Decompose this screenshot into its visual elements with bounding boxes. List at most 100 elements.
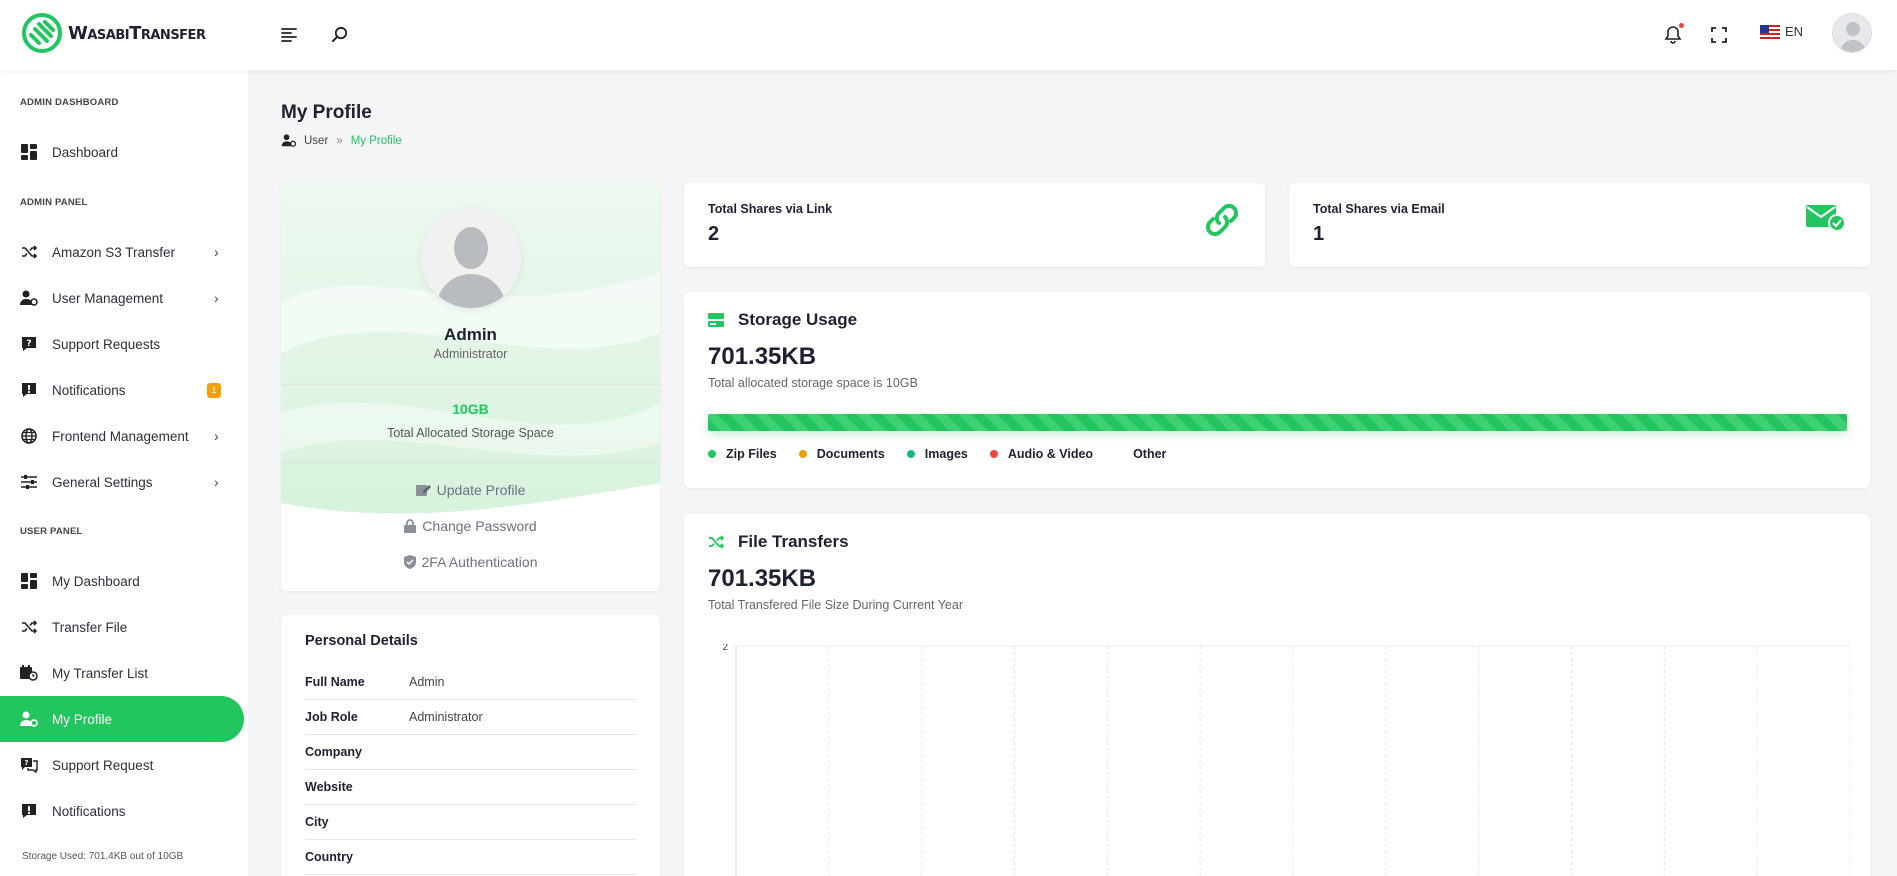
storage-usage-title: Storage Usage — [738, 310, 858, 329]
svg-text:?: ? — [24, 759, 28, 767]
sidebar-item-transfer-file[interactable]: Transfer File — [0, 604, 244, 650]
sidebar-item-label: My Transfer List — [52, 665, 149, 681]
menu-toggle-icon[interactable] — [276, 22, 302, 48]
sidebar-item-user-management[interactable]: User Management › — [0, 275, 244, 321]
stat-title: Total Shares via Email — [1313, 202, 1445, 216]
lock-icon — [404, 519, 417, 533]
sidebar-item-notifications-admin[interactable]: Notifications 1 — [0, 367, 244, 413]
us-flag-icon — [1760, 24, 1780, 39]
dashboard-icon — [20, 572, 38, 590]
detail-label: Company — [305, 745, 362, 759]
profile-name: Admin — [444, 325, 497, 344]
chevron-right-icon: › — [214, 244, 219, 260]
sidebar-item-my-transfer-list[interactable]: My Transfer List — [0, 650, 244, 696]
brand-logo[interactable]: WasabiTransfer — [22, 13, 206, 53]
update-profile-label: Update Profile — [436, 482, 526, 498]
alert-bubble-icon — [20, 802, 38, 820]
detail-row-country: Country — [305, 840, 636, 875]
sidebar-item-my-profile[interactable]: My Profile — [0, 696, 244, 742]
language-selector[interactable]: EN — [1760, 24, 1803, 39]
legend-item-zip-files: Zip Files — [708, 447, 777, 461]
twofa-authentication-link[interactable]: 2FA Authentication — [281, 554, 660, 570]
shuffle-icon — [20, 243, 38, 261]
stat-value: 2 — [708, 223, 720, 245]
legend-item-other: Other — [1115, 447, 1166, 461]
avatar-silhouette-icon — [421, 208, 521, 308]
sidebar-item-notifications-user[interactable]: Notifications — [0, 788, 244, 834]
globe-icon — [20, 427, 38, 445]
breadcrumb-parent[interactable]: User — [304, 135, 328, 147]
sidebar-item-label: Notifications — [52, 803, 126, 819]
sidebar-item-label: My Dashboard — [52, 573, 140, 589]
detail-row-website: Website — [305, 770, 636, 805]
storage-usage-card: Storage Usage 701.35KB Total allocated s… — [684, 292, 1870, 488]
detail-value: Administrator — [409, 710, 483, 724]
sidebar-item-label: Dashboard — [52, 144, 119, 160]
chevron-right-icon: › — [214, 428, 219, 444]
shares-via-email-card: Total Shares via Email 1 — [1289, 183, 1870, 267]
personal-details-card: Personal Details Full Name Admin Job Role… — [281, 615, 660, 876]
chevron-right-icon: › — [214, 290, 219, 306]
section-admin-dashboard: ADMIN DASHBOARD — [20, 97, 119, 108]
change-password-link[interactable]: Change Password — [281, 518, 660, 534]
user-avatar[interactable] — [1832, 13, 1872, 53]
sidebar-item-support-request[interactable]: ? Support Request — [0, 742, 244, 788]
legend-item-documents: Documents — [798, 447, 885, 461]
detail-row-company: Company — [305, 735, 636, 770]
sidebar-item-amazon-s3-transfer[interactable]: Amazon S3 Transfer › — [0, 229, 244, 275]
file-transfers-chart: 2 — [722, 644, 1850, 876]
file-transfers-heading: File Transfers — [708, 532, 849, 552]
breadcrumb: User » My Profile — [281, 134, 402, 147]
section-user-panel: USER PANEL — [20, 526, 83, 537]
update-profile-link[interactable]: Update Profile — [281, 482, 660, 498]
storage-usage-bar — [708, 414, 1847, 431]
legend-dot — [798, 450, 807, 458]
stat-value: 1 — [1313, 223, 1325, 245]
file-transfers-card: File Transfers 701.35KB Total Transfered… — [684, 514, 1870, 876]
shares-via-link-card: Total Shares via Link 2 — [684, 183, 1265, 267]
question-bubbles-icon: ? — [20, 756, 38, 774]
legend-dot — [989, 450, 998, 458]
sidebar-item-dashboard[interactable]: Dashboard — [0, 129, 244, 175]
legend-dot — [906, 450, 915, 458]
wasabi-logo-icon — [22, 13, 62, 53]
user-gear-icon — [281, 134, 297, 147]
sidebar-item-my-dashboard[interactable]: My Dashboard — [0, 558, 244, 604]
notification-count-badge: 1 — [207, 382, 221, 398]
svg-text:?: ? — [26, 339, 31, 349]
alert-bubble-icon — [20, 381, 38, 399]
allocated-storage-label: Total Allocated Storage Space — [387, 426, 554, 440]
notification-bell-icon[interactable] — [1660, 22, 1686, 48]
sidebar-item-label: Support Requests — [52, 336, 161, 352]
sidebar-item-label: Frontend Management — [52, 428, 189, 444]
file-transfers-title: File Transfers — [738, 532, 849, 551]
legend-item-images: Images — [906, 447, 968, 461]
detail-row-job-role: Job Role Administrator — [305, 700, 636, 735]
sidebar-item-frontend-management[interactable]: Frontend Management › — [0, 413, 244, 459]
legend-label: Audio & Video — [1007, 447, 1094, 461]
sidebar-item-general-settings[interactable]: General Settings › — [0, 459, 244, 505]
personal-details-title: Personal Details — [305, 633, 418, 649]
legend-label: Other — [1133, 447, 1167, 461]
sidebar: ADMIN DASHBOARD Dashboard ADMIN PANEL Am… — [0, 70, 248, 876]
profile-avatar — [421, 208, 521, 308]
fullscreen-icon[interactable] — [1706, 22, 1732, 48]
page-title: My Profile — [281, 102, 372, 123]
sidebar-item-support-requests[interactable]: ? Support Requests — [0, 321, 244, 367]
legend-label: Images — [924, 447, 968, 461]
section-admin-panel: ADMIN PANEL — [20, 197, 88, 208]
dashboard-icon — [20, 143, 38, 161]
y-tick-label: 2 — [722, 644, 728, 653]
sidebar-item-label: Support Request — [52, 757, 154, 773]
storage-usage-heading: Storage Usage — [708, 310, 857, 330]
legend-item-audio-video: Audio & Video — [989, 447, 1094, 461]
sidebar-item-label: Transfer File — [52, 619, 128, 635]
link-icon — [1205, 203, 1239, 237]
brand-name: WasabiTransfer — [68, 22, 206, 44]
storage-legend: Zip Files Documents Images Audio & Video… — [708, 447, 1188, 461]
divider — [281, 384, 660, 385]
search-icon[interactable] — [327, 22, 353, 48]
detail-label: City — [305, 815, 329, 829]
detail-label: Job Role — [305, 710, 358, 724]
allocated-storage-value: 10GB — [452, 401, 489, 417]
